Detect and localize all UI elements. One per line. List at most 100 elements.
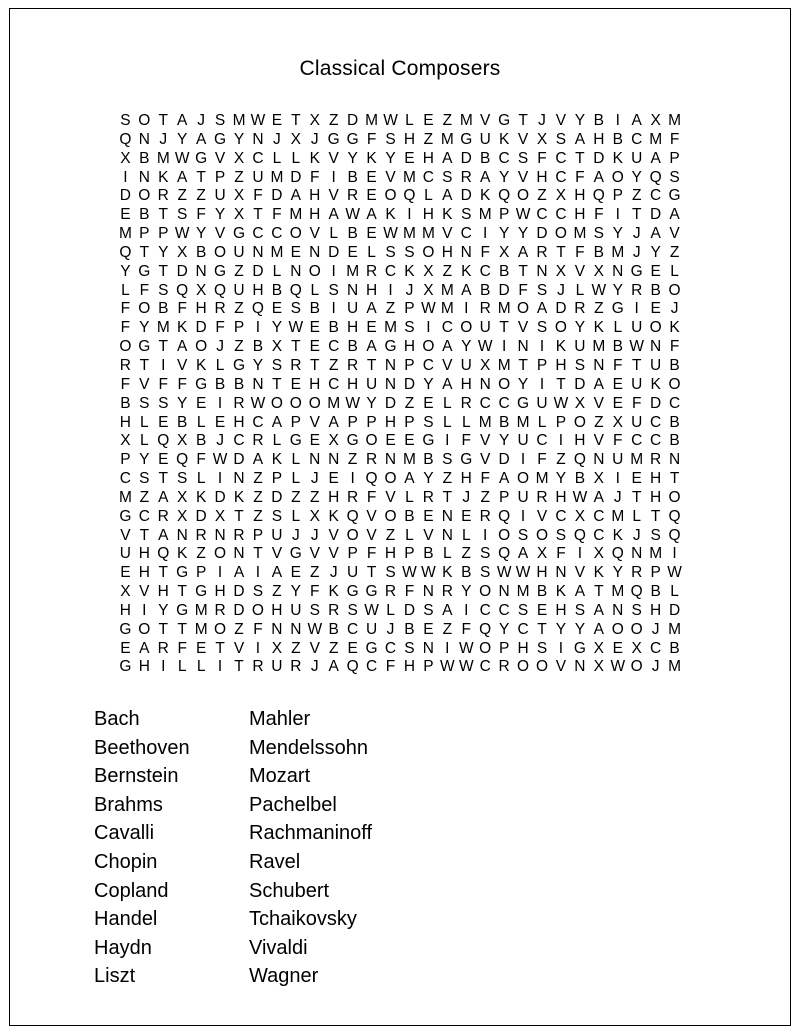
- grid-letter[interactable]: W: [419, 564, 438, 583]
- grid-letter[interactable]: W: [211, 451, 230, 470]
- grid-letter[interactable]: V: [438, 357, 457, 376]
- grid-letter[interactable]: G: [211, 263, 230, 282]
- grid-letter[interactable]: D: [192, 508, 211, 527]
- grid-letter[interactable]: S: [552, 131, 571, 150]
- grid-letter[interactable]: N: [343, 282, 362, 301]
- grid-letter[interactable]: F: [116, 300, 135, 319]
- grid-letter[interactable]: E: [324, 470, 343, 489]
- grid-letter[interactable]: O: [249, 602, 268, 621]
- grid-letter[interactable]: Y: [457, 338, 476, 357]
- grid-letter[interactable]: Q: [116, 131, 135, 150]
- grid-letter[interactable]: N: [192, 263, 211, 282]
- grid-letter[interactable]: M: [419, 225, 438, 244]
- grid-letter[interactable]: J: [400, 282, 419, 301]
- grid-letter[interactable]: L: [286, 451, 305, 470]
- grid-letter[interactable]: S: [571, 357, 590, 376]
- grid-letter[interactable]: A: [495, 470, 514, 489]
- grid-letter[interactable]: F: [362, 131, 381, 150]
- grid-letter[interactable]: L: [438, 395, 457, 414]
- grid-letter[interactable]: S: [514, 602, 533, 621]
- grid-letter[interactable]: K: [362, 150, 381, 169]
- grid-letter[interactable]: N: [438, 508, 457, 527]
- grid-letter[interactable]: A: [400, 470, 419, 489]
- grid-letter[interactable]: R: [476, 300, 495, 319]
- grid-letter[interactable]: R: [324, 602, 343, 621]
- grid-letter[interactable]: C: [495, 602, 514, 621]
- grid-letter[interactable]: B: [571, 470, 590, 489]
- grid-letter[interactable]: M: [608, 583, 627, 602]
- grid-letter[interactable]: Q: [646, 169, 665, 188]
- grid-letter[interactable]: K: [665, 319, 684, 338]
- grid-letter[interactable]: R: [286, 357, 305, 376]
- grid-letter[interactable]: O: [305, 263, 324, 282]
- grid-letter[interactable]: Z: [381, 300, 400, 319]
- grid-letter[interactable]: R: [627, 564, 646, 583]
- grid-letter[interactable]: Y: [154, 602, 173, 621]
- grid-letter[interactable]: J: [286, 527, 305, 546]
- grid-letter[interactable]: G: [343, 432, 362, 451]
- grid-letter[interactable]: R: [230, 527, 249, 546]
- grid-letter[interactable]: N: [627, 545, 646, 564]
- grid-letter[interactable]: J: [192, 112, 211, 131]
- grid-letter[interactable]: C: [646, 187, 665, 206]
- grid-letter[interactable]: V: [552, 112, 571, 131]
- grid-letter[interactable]: W: [381, 112, 400, 131]
- grid-letter[interactable]: H: [571, 206, 590, 225]
- grid-letter[interactable]: E: [305, 319, 324, 338]
- grid-letter[interactable]: Y: [552, 621, 571, 640]
- grid-letter[interactable]: V: [381, 489, 400, 508]
- grid-letter[interactable]: S: [457, 206, 476, 225]
- grid-letter[interactable]: W: [476, 338, 495, 357]
- grid-letter[interactable]: Y: [495, 169, 514, 188]
- grid-letter[interactable]: A: [268, 564, 287, 583]
- grid-letter[interactable]: M: [533, 470, 552, 489]
- grid-letter[interactable]: J: [627, 527, 646, 546]
- grid-letter[interactable]: A: [665, 206, 684, 225]
- grid-letter[interactable]: N: [589, 451, 608, 470]
- grid-letter[interactable]: N: [173, 527, 192, 546]
- grid-letter[interactable]: A: [589, 376, 608, 395]
- grid-letter[interactable]: W: [571, 489, 590, 508]
- grid-letter[interactable]: O: [211, 621, 230, 640]
- grid-letter[interactable]: E: [192, 640, 211, 659]
- grid-letter[interactable]: U: [608, 451, 627, 470]
- grid-letter[interactable]: Z: [173, 187, 192, 206]
- grid-letter[interactable]: I: [608, 470, 627, 489]
- grid-letter[interactable]: T: [552, 244, 571, 263]
- grid-letter[interactable]: I: [154, 357, 173, 376]
- grid-letter[interactable]: A: [324, 414, 343, 433]
- grid-letter[interactable]: L: [665, 263, 684, 282]
- grid-letter[interactable]: T: [154, 621, 173, 640]
- grid-letter[interactable]: N: [230, 470, 249, 489]
- grid-letter[interactable]: V: [514, 131, 533, 150]
- grid-letter[interactable]: C: [419, 357, 438, 376]
- grid-letter[interactable]: E: [116, 564, 135, 583]
- grid-letter[interactable]: T: [154, 206, 173, 225]
- grid-letter[interactable]: W: [495, 564, 514, 583]
- grid-letter[interactable]: L: [362, 244, 381, 263]
- grid-letter[interactable]: C: [343, 621, 362, 640]
- grid-letter[interactable]: T: [514, 263, 533, 282]
- grid-letter[interactable]: E: [286, 244, 305, 263]
- grid-letter[interactable]: R: [154, 508, 173, 527]
- word-list-item[interactable]: Mahler: [249, 705, 514, 734]
- grid-letter[interactable]: O: [135, 621, 154, 640]
- grid-letter[interactable]: A: [476, 169, 495, 188]
- grid-letter[interactable]: X: [419, 282, 438, 301]
- grid-letter[interactable]: Z: [533, 187, 552, 206]
- grid-letter[interactable]: D: [495, 282, 514, 301]
- grid-letter[interactable]: Z: [589, 414, 608, 433]
- grid-letter[interactable]: N: [324, 451, 343, 470]
- grid-letter[interactable]: Y: [135, 451, 154, 470]
- grid-letter[interactable]: S: [419, 602, 438, 621]
- grid-letter[interactable]: T: [211, 640, 230, 659]
- grid-letter[interactable]: U: [514, 489, 533, 508]
- grid-letter[interactable]: C: [438, 319, 457, 338]
- grid-letter[interactable]: K: [457, 263, 476, 282]
- grid-letter[interactable]: N: [665, 451, 684, 470]
- grid-letter[interactable]: S: [135, 470, 154, 489]
- grid-letter[interactable]: L: [438, 414, 457, 433]
- grid-letter[interactable]: X: [476, 357, 495, 376]
- grid-letter[interactable]: K: [608, 527, 627, 546]
- grid-letter[interactable]: N: [476, 376, 495, 395]
